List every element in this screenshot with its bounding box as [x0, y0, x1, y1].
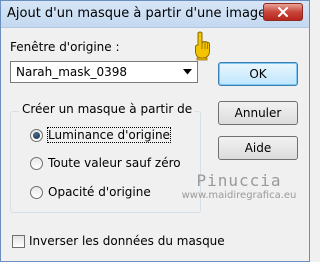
- invert-mask-label: Inverser les données du masque: [29, 234, 225, 248]
- watermark-name: Pinuccia: [196, 171, 282, 190]
- invert-mask-checkbox[interactable]: [12, 234, 25, 248]
- radio-button[interactable]: [30, 156, 43, 170]
- watermark-url: www.maidiregrafica.eu: [181, 190, 297, 201]
- invert-mask-option[interactable]: Inverser les données du masque: [12, 233, 225, 249]
- mask-source-group-label: Créer un masque à partir de: [19, 102, 196, 116]
- ok-button[interactable]: OK: [218, 62, 298, 86]
- close-icon: [278, 7, 288, 17]
- dialog-window: Ajout d'un masque à partir d'une image F…: [0, 0, 310, 262]
- pointing-hand-icon: [195, 31, 210, 61]
- radio-any-nonzero[interactable]: Toute valeur sauf zéro: [30, 155, 181, 171]
- chevron-down-icon: [183, 69, 192, 75]
- window-title: Ajout d'un masque à partir d'une image: [7, 6, 267, 21]
- source-window-label: Fenêtre d'origine :: [10, 40, 120, 54]
- radio-source-luminance[interactable]: Luminance d'origine: [30, 127, 171, 143]
- source-window-value: Narah_mask_0398: [16, 65, 128, 79]
- source-window-dropdown[interactable]: Narah_mask_0398: [10, 61, 198, 83]
- radio-button[interactable]: [30, 185, 43, 199]
- watermark: Pinuccia www.maidiregrafica.eu: [173, 171, 305, 201]
- cancel-button[interactable]: Annuler: [218, 101, 298, 125]
- radio-label-opacity: Opacité d'origine: [48, 185, 151, 199]
- radio-label-nonzero: Toute valeur sauf zéro: [48, 156, 181, 170]
- close-button[interactable]: [263, 3, 303, 21]
- radio-button-checked[interactable]: [30, 128, 43, 142]
- radio-source-opacity[interactable]: Opacité d'origine: [30, 184, 151, 200]
- radio-label-luminance: Luminance d'origine: [47, 127, 171, 143]
- help-button[interactable]: Aide: [218, 136, 298, 160]
- title-bar[interactable]: Ajout d'un masque à partir d'une image: [1, 1, 309, 28]
